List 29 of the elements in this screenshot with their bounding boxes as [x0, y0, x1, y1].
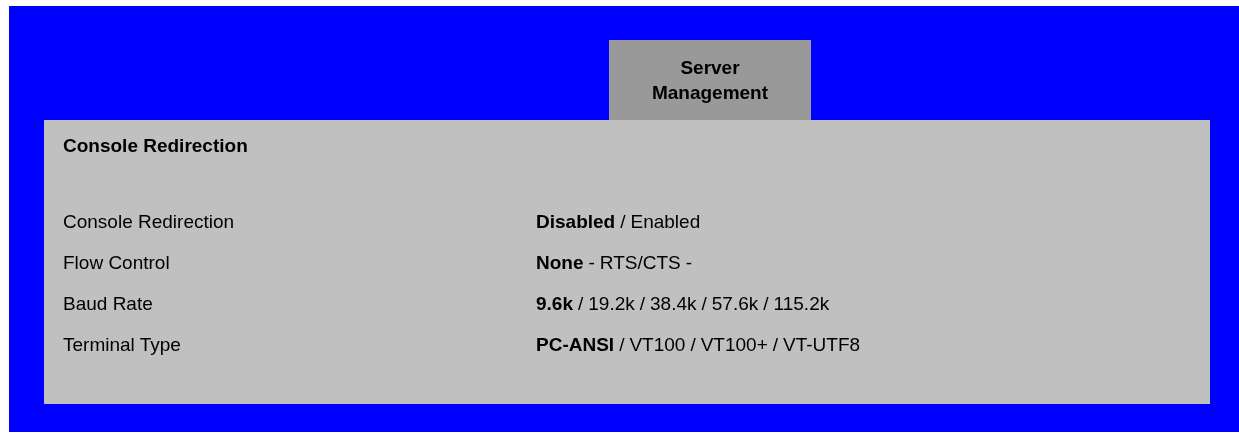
setting-option[interactable]: VT-UTF8 [783, 332, 861, 358]
setting-label: Baud Rate [63, 292, 154, 316]
tab[interactable]: Server Management [609, 40, 811, 120]
setting-option[interactable]: Enabled [630, 209, 701, 235]
setting-option[interactable]: VT100+ [700, 332, 768, 358]
setting-option[interactable]: Disabled [536, 209, 616, 235]
setting-option[interactable]: 38.4k [650, 291, 697, 317]
setting-label: Flow Control [63, 251, 171, 275]
setting-option[interactable]: 9.6k [536, 291, 573, 317]
option-separator: / [577, 292, 585, 316]
setting-option[interactable]: RTS/CTS [599, 250, 681, 276]
setting-option[interactable]: 115.2k [773, 291, 830, 317]
option-separator: / [771, 333, 780, 357]
setting-option[interactable]: VT100 [629, 332, 686, 358]
option-separator: / [762, 292, 770, 316]
setting-option[interactable]: 19.2k [588, 291, 635, 317]
panel-title: Console Redirection [63, 134, 248, 158]
option-separator: - [587, 251, 596, 275]
option-separator: / [619, 210, 627, 234]
setting-option[interactable]: PC-ANSI [536, 332, 615, 358]
setting-option[interactable]: 57.6k [711, 291, 759, 317]
option-separator: / [700, 292, 708, 316]
option-separator: / [638, 292, 647, 316]
option-separator: - [684, 251, 694, 275]
setting-label: Terminal Type [63, 333, 182, 357]
option-separator: / [618, 333, 626, 357]
setting-option[interactable]: None [536, 250, 584, 276]
option-separator: / [689, 333, 697, 357]
setting-label: Console Redirection [63, 210, 236, 234]
